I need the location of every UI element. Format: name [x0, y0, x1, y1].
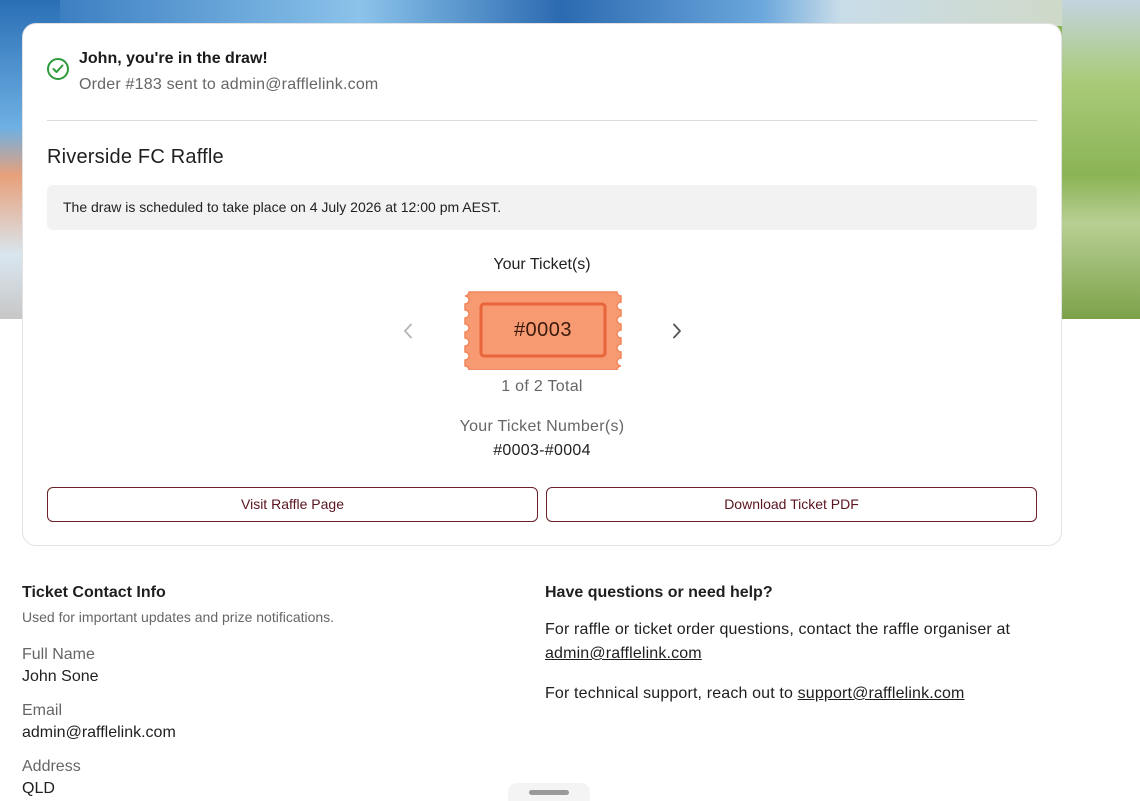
download-ticket-pdf-button[interactable]: Download Ticket PDF — [546, 487, 1037, 522]
field-value: John Sone — [22, 668, 99, 685]
field-value: admin@rafflelink.com — [22, 724, 176, 741]
field-label: Email — [22, 702, 63, 719]
ticket-numbers-value: #0003-#0004 — [493, 442, 591, 459]
chevron-right-icon[interactable] — [665, 319, 689, 343]
field-label: Full Name — [22, 646, 95, 663]
divider — [47, 120, 1037, 121]
tickets-label: Your Ticket(s) — [493, 256, 591, 273]
ticket-number: #0003 — [513, 319, 573, 341]
check-circle-icon — [47, 58, 69, 80]
field-value: QLD — [22, 780, 55, 797]
drag-handle[interactable] — [529, 790, 569, 795]
ticket-count: 1 of 2 Total — [501, 378, 583, 395]
field-label: Address — [22, 758, 81, 775]
help-title: Have questions or need help? — [545, 584, 773, 601]
organiser-text: For raffle or ticket order questions, co… — [545, 621, 1011, 638]
confirmation-subtitle: Order #183 sent to admin@rafflelink.com — [79, 76, 379, 93]
ticket-numbers-label: Your Ticket Number(s) — [459, 418, 625, 435]
confirmation-title: John, you're in the draw! — [79, 50, 268, 67]
chevron-left-icon[interactable] — [396, 319, 420, 343]
hero-image-right — [1062, 0, 1140, 319]
raffle-title: Riverside FC Raffle — [47, 146, 224, 168]
full-name-field: Full Name John Sone — [22, 644, 99, 688]
help-section: Have questions or need help? For raffle … — [545, 583, 1065, 702]
organiser-email-link[interactable]: admin@rafflelink.com — [545, 645, 702, 662]
ticket-card: #0003 — [461, 290, 625, 370]
draw-notice: The draw is scheduled to take place on 4… — [47, 185, 1037, 230]
support-text: For technical support, reach out to — [545, 685, 798, 702]
address-field: Address QLD — [22, 756, 81, 800]
visit-raffle-page-button[interactable]: Visit Raffle Page — [47, 487, 538, 522]
confirmation-header: John, you're in the draw! Order #183 sen… — [47, 48, 378, 96]
order-confirmation-card: John, you're in the draw! Order #183 sen… — [22, 23, 1062, 546]
contact-subtitle: Used for important updates and prize not… — [22, 609, 335, 625]
organiser-contact-text: For raffle or ticket order questions, co… — [545, 618, 1065, 666]
ticket-contact-info: Ticket Contact Info Used for important u… — [22, 583, 502, 797]
support-email-link[interactable]: support@rafflelink.com — [798, 685, 965, 702]
email-field: Email admin@rafflelink.com — [22, 700, 176, 744]
contact-title: Ticket Contact Info — [22, 584, 166, 601]
support-contact-text: For technical support, reach out to supp… — [545, 682, 1065, 706]
